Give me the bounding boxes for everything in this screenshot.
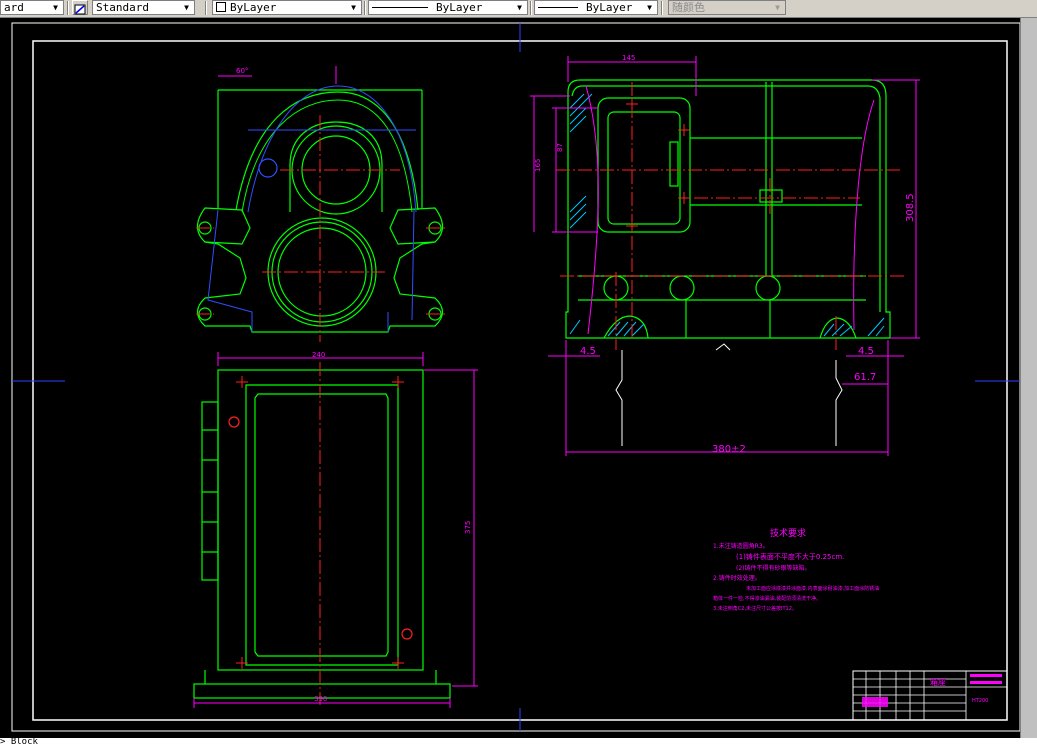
linetype-preview-icon [372,7,428,8]
plot-style-value: 随颜色 [672,1,705,14]
command-line-text: > Block [0,738,38,746]
lineweight-value: ByLayer [586,1,633,14]
toolbar-separator [364,1,366,15]
dimension-style-dropdown[interactable]: Standard ▼ [92,0,195,15]
notes-line: 未加工面应涂底漆并涂面漆,内表面涂耐油漆,加工面涂防锈油 [746,585,879,592]
title-block: 箱座 HT200 [852,670,1008,721]
color-value: ByLayer [230,1,277,14]
dimension-style-icon[interactable] [72,0,88,15]
notes-line: (2)铸件不得有砂眼等缺陷。 [736,564,811,572]
color-swatch-icon [216,2,226,12]
drawing-canvas[interactable]: 60° 240 375 390 145 87 165 308.5 4.5 4.5… [0,18,1021,738]
notes-line: 2.铸件时效处理。 [713,574,761,582]
title-block-part-name: 箱座 [930,677,946,687]
plot-style-dropdown: 随颜色 ▼ [668,0,786,15]
technical-notes: 技术要求 1.未注铸造圆角R3。 (1)铸件表面不平度不大于0.25cm. (2… [713,527,879,612]
plan-view-bottom-dim: 390 [314,695,327,703]
notes-line: (1)铸件表面不平度不大于0.25cm. [736,552,844,561]
toolbar-separator [67,1,69,15]
notes-line: 1.未注铸造圆角R3。 [713,542,769,550]
chevron-down-icon: ▼ [184,3,189,12]
front-view: 60° [196,66,446,342]
side-view-right-dim: 308.5 [905,193,916,222]
text-style-value: ard [4,1,24,14]
lineweight-preview-icon [538,7,578,8]
chevron-down-icon: ▼ [775,3,780,12]
side-view-side-dim: 61.7 [854,372,876,383]
notes-line: 3.未注倒角C2,未注尺寸公差按IT12。 [713,605,797,612]
toolbar-separator [661,1,663,15]
drawing-svg: 60° 240 375 390 145 87 165 308.5 4.5 4.5… [11,22,1021,732]
linetype-value: ByLayer [436,1,483,14]
plan-view: 240 375 390 [193,351,478,708]
side-view-top-dim: 145 [622,54,635,62]
text-style-dropdown[interactable]: ard ▼ [0,0,64,15]
notes-title: 技术要求 [770,527,806,539]
side-view-right-bottom-dim: 4.5 [858,346,874,357]
chevron-down-icon: ▼ [517,3,522,12]
vertical-scrollbar[interactable] [1020,18,1037,738]
color-dropdown[interactable]: ByLayer ▼ [212,0,362,15]
side-view-left-dim-outer: 165 [534,159,542,172]
plan-view-top-dim: 240 [312,351,325,359]
command-line[interactable]: > Block [0,738,1037,746]
properties-toolbar: ard ▼ Standard ▼ ByLayer ▼ ByLayer ▼ ByL… [0,0,1037,18]
side-view-bottom-dim: 380±2 [712,444,746,455]
linetype-dropdown[interactable]: ByLayer ▼ [368,0,528,15]
dimension-style-value: Standard [96,1,149,14]
toolbar-separator [530,1,532,15]
side-view-left-dim-inner: 87 [556,143,564,152]
chevron-down-icon: ▼ [53,3,58,12]
front-view-top-dim: 60° [236,67,248,75]
chevron-down-icon: ▼ [351,3,356,12]
plan-view-right-dim: 375 [464,521,472,534]
toolbar-separator [205,1,207,15]
side-view: 145 87 165 308.5 4.5 4.5 61.7 380±2 [530,54,920,456]
lineweight-dropdown[interactable]: ByLayer ▼ [534,0,658,15]
chevron-down-icon: ▼ [647,3,652,12]
notes-line: 箱体一件一检,不得渗油漏油,装配前须清洗干净。 [713,595,821,602]
side-view-left-bottom-dim: 4.5 [580,346,596,357]
title-block-material: HT200 [972,698,988,704]
